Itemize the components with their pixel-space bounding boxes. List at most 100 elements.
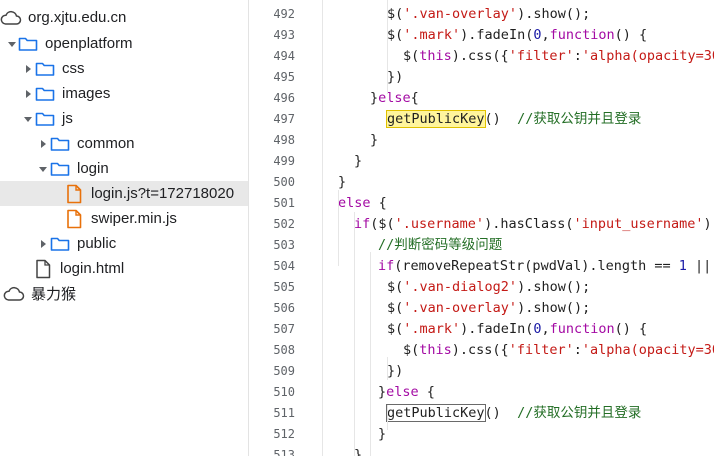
code-token: ).hasClass( — [484, 216, 574, 232]
code-token: function — [549, 321, 615, 337]
tree-item-label: 暴力猴 — [31, 286, 77, 303]
code-token: 'alpha(opacity=30 — [581, 342, 714, 358]
tree-item[interactable]: common — [0, 131, 248, 156]
folder-icon — [35, 61, 55, 77]
code-line[interactable]: } — [338, 172, 346, 193]
line-number: 500 — [273, 175, 295, 189]
code-token: : — [573, 48, 582, 64]
tree-item[interactable]: 暴力猴 — [0, 281, 248, 306]
code-editor[interactable]: 492 493 494 495 496 497 498 499 500 501 502 503 504 5… — [249, 0, 714, 456]
code-token: this — [419, 342, 452, 358]
file-tree-panel: org.xjtu.edu.cn openplatform css images js co… — [0, 0, 249, 456]
code-token: $( — [387, 6, 404, 22]
line-number: 512 — [273, 427, 295, 441]
code-token: 'input_username' — [573, 216, 704, 232]
code-token: }) — [387, 69, 404, 85]
line-number: 509 — [273, 364, 295, 378]
line-number: 497 — [273, 112, 295, 126]
code-line[interactable]: } — [354, 151, 362, 172]
tree-item[interactable]: swiper.min.js — [0, 206, 248, 231]
tree-item[interactable]: openplatform — [0, 31, 248, 56]
code-token: () — [484, 111, 518, 127]
code-token: , — [541, 27, 550, 43]
tree-item[interactable]: login.html — [0, 256, 248, 281]
cloud-icon — [0, 10, 22, 26]
code-token: { — [410, 90, 419, 106]
code-line[interactable]: }) — [387, 67, 403, 88]
code-token: else — [386, 384, 419, 400]
code-line[interactable]: if($('.username').hasClass('input_userna… — [354, 214, 712, 235]
chevron-down-icon[interactable] — [6, 38, 18, 50]
tree-item-label: swiper.min.js — [91, 210, 177, 227]
code-token: () — [484, 405, 518, 421]
tree-item[interactable]: css — [0, 56, 248, 81]
code-line[interactable]: //判断密码等级问题 — [378, 235, 502, 256]
code-token: //判断密码等级问题 — [378, 237, 503, 253]
code-token: //获取公钥并且登录 — [517, 111, 642, 127]
code-token: { — [418, 384, 435, 400]
code-token: 'alpha(opacity=30 — [581, 48, 714, 64]
tree-item-label: images — [62, 85, 111, 102]
code-line[interactable]: $('.van-overlay').show(); — [387, 4, 590, 25]
chevron-down-icon[interactable] — [37, 163, 49, 175]
tree-item[interactable]: public — [0, 231, 248, 256]
tree-item[interactable]: login — [0, 156, 248, 181]
chevron-right-icon[interactable] — [22, 63, 34, 75]
code-token: if — [354, 216, 371, 232]
chevron-right-icon[interactable] — [22, 88, 34, 100]
code-token: function — [549, 27, 615, 43]
tree-item[interactable]: js — [0, 106, 248, 131]
code-line[interactable]: else { — [338, 193, 387, 214]
function-call-highlight[interactable]: getPublicKey — [386, 110, 486, 128]
code-line[interactable]: getPublicKey() //获取公钥并且登录 — [386, 403, 641, 424]
code-token: this — [419, 48, 452, 64]
code-token: 1 — [678, 258, 687, 274]
chevron-down-icon[interactable] — [22, 113, 34, 125]
code-token: $( — [387, 300, 404, 316]
code-token: } — [338, 174, 347, 190]
code-token: '.username' — [394, 216, 485, 232]
function-call-highlight[interactable]: getPublicKey — [386, 404, 486, 422]
code-line[interactable]: } — [354, 445, 362, 456]
code-line[interactable]: $('.mark').fadeIn(0,function() { — [387, 25, 647, 46]
folder-icon — [50, 236, 70, 252]
folder-icon — [35, 111, 55, 127]
tree-item-label: common — [77, 135, 135, 152]
tree-item-label: login.html — [60, 260, 125, 277]
tree-item[interactable]: images — [0, 81, 248, 106]
code-line[interactable]: $(this).css({'filter':'alpha(opacity=30 — [403, 340, 714, 361]
code-line[interactable]: } — [378, 424, 386, 445]
code-line[interactable]: getPublicKey() //获取公钥并且登录 — [386, 109, 642, 130]
code-line[interactable]: $('.van-overlay').show(); — [387, 298, 590, 319]
code-token: else — [378, 90, 411, 106]
tree-item[interactable]: org.xjtu.edu.cn — [0, 5, 248, 30]
code-line[interactable]: if(removeRepeatStr(pwdVal).length == 1 |… — [378, 256, 711, 277]
code-token: '.van-dialog2' — [403, 279, 518, 295]
chevron-right-icon[interactable] — [37, 138, 49, 150]
code-token: $( — [387, 279, 404, 295]
line-number: 496 — [273, 91, 295, 105]
code-line[interactable]: } — [370, 130, 378, 151]
code-token: '.mark' — [403, 321, 461, 337]
code-token: 'filter' — [508, 48, 574, 64]
indent-guide — [354, 212, 355, 456]
line-number: 494 — [273, 49, 295, 63]
code-token: || — [686, 258, 712, 274]
code-line[interactable]: }else{ — [370, 88, 419, 109]
code-token: '.van-overlay' — [403, 6, 518, 22]
code-line[interactable]: }) — [387, 361, 403, 382]
code-line[interactable]: $(this).css({'filter':'alpha(opacity=30 — [403, 46, 714, 67]
code-line[interactable]: $('.van-dialog2').show(); — [387, 277, 590, 298]
code-token: $( — [387, 27, 404, 43]
tree-item-label: js — [62, 110, 73, 127]
code-token: }) — [387, 363, 404, 379]
code-line[interactable]: }else { — [378, 382, 435, 403]
code-token: ).css({ — [451, 48, 509, 64]
chevron-right-icon[interactable] — [37, 238, 49, 250]
code-token: ($( — [370, 216, 395, 232]
line-number: 506 — [273, 301, 295, 315]
code-line[interactable]: $('.mark').fadeIn(0,function() { — [387, 319, 647, 340]
code-token: } — [354, 153, 363, 169]
tree-item[interactable]: login.js?t=172718020 — [0, 181, 248, 206]
code-token: ).fadeIn( — [460, 27, 534, 43]
